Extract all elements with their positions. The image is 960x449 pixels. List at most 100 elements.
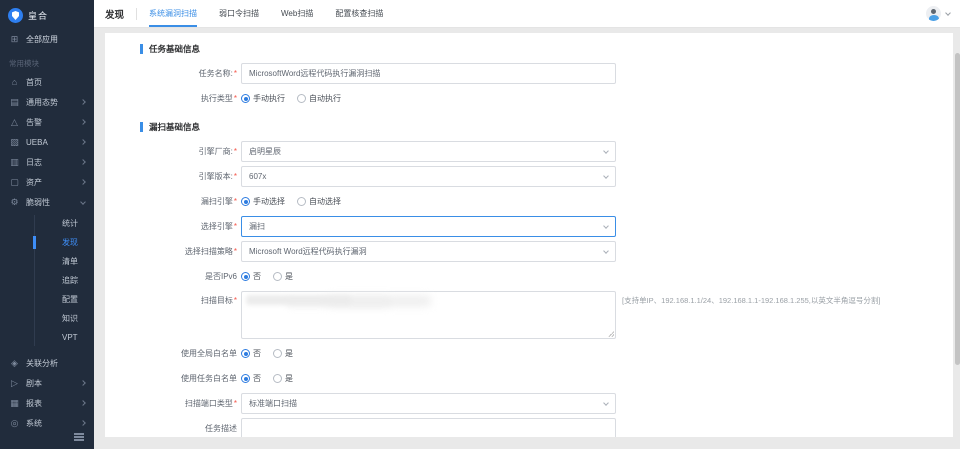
- engine-version-label: 引擎版本:*: [140, 171, 237, 182]
- sidebar-item-ueba[interactable]: ▧ UEBA: [0, 132, 94, 152]
- app-window: 皇合 ⊞ 全部应用 常用模块 ⌂ 首页 ▤ 通用态势 △ 告警 ▧ UEBA ▥…: [0, 0, 960, 449]
- tab-config-check-scan[interactable]: 配置核查扫描: [335, 0, 383, 27]
- required-asterisk: *: [234, 197, 237, 206]
- sidebar-item-system[interactable]: ◎ 系统: [0, 413, 94, 433]
- tab-weak-password-scan[interactable]: 弱口令扫描: [219, 0, 259, 27]
- engine-version-select[interactable]: 607x: [241, 166, 616, 187]
- exec-type-radio-group: 手动执行 自动执行: [241, 93, 341, 104]
- chevron-down-icon: [603, 223, 609, 229]
- sidebar-subitem-config[interactable]: 配置: [0, 290, 94, 309]
- engine-vendor-select[interactable]: 启明星辰: [241, 141, 616, 162]
- sidebar-item-asset[interactable]: ▢ 资产: [0, 172, 94, 192]
- chevron-down-icon: [603, 173, 609, 179]
- correlation-icon: ◈: [9, 358, 20, 369]
- chevron-right-icon: [80, 380, 86, 386]
- playbook-icon: ▷: [9, 378, 20, 389]
- section-scan-basic-info: 漏扫基础信息: [140, 121, 953, 133]
- sidebar-section-label: 常用模块: [0, 58, 94, 69]
- radio-manual-exec[interactable]: 手动执行: [241, 93, 285, 104]
- vertical-scrollbar[interactable]: [955, 53, 960, 365]
- sidebar-subitem-stats[interactable]: 统计: [0, 214, 94, 233]
- scan-engine-mode-radio-group: 手动选择 自动选择: [241, 196, 341, 207]
- sidebar-subitem-knowledge[interactable]: 知识: [0, 309, 94, 328]
- sidebar-item-log[interactable]: ▥ 日志: [0, 152, 94, 172]
- user-avatar[interactable]: [926, 6, 941, 21]
- report-icon: ▦: [9, 398, 20, 409]
- tab-web-scan[interactable]: Web扫描: [281, 0, 313, 27]
- radio-global-whitelist-no[interactable]: 否: [241, 348, 261, 359]
- resize-grip-icon[interactable]: [608, 331, 614, 337]
- radio-ipv6-no[interactable]: 否: [241, 271, 261, 282]
- chevron-right-icon: [80, 159, 86, 165]
- form-row-port-type: 扫描端口类型* 标准端口扫描: [140, 393, 953, 414]
- port-type-select[interactable]: 标准端口扫描: [241, 393, 616, 414]
- gear-icon: ⚙: [9, 197, 20, 208]
- chevron-right-icon: [80, 119, 86, 125]
- sidebar-subitem-discovery[interactable]: 发现: [0, 233, 94, 252]
- required-asterisk: *: [234, 399, 237, 408]
- grid-apps-icon: ⊞: [9, 34, 20, 45]
- task-form-card: 任务基础信息 任务名称:* MicrosoftWord远程代码执行漏洞扫描 执行…: [105, 33, 953, 437]
- required-asterisk: *: [234, 94, 237, 103]
- header-divider: [136, 8, 137, 20]
- chevron-right-icon: [80, 99, 86, 105]
- sidebar-subitem-inventory[interactable]: 清单: [0, 252, 94, 271]
- sidebar-item-report[interactable]: ▦ 报表: [0, 393, 94, 413]
- brand-logo[interactable]: 皇合: [0, 0, 94, 24]
- radio-manual-select[interactable]: 手动选择: [241, 196, 285, 207]
- scan-policy-select[interactable]: Microsoft Word远程代码执行漏洞: [241, 241, 616, 262]
- radio-task-whitelist-no[interactable]: 否: [241, 373, 261, 384]
- scan-target-textarea[interactable]: [241, 291, 616, 339]
- form-row-scan-target: 扫描目标* [支持单IP、192.168.1.1/24、192.168.1.1-…: [140, 291, 953, 339]
- page-content: 任务基础信息 任务名称:* MicrosoftWord远程代码执行漏洞扫描 执行…: [94, 28, 960, 449]
- sidebar-item-correlation[interactable]: ◈ 关联分析: [0, 353, 94, 373]
- task-desc-input[interactable]: [241, 418, 616, 437]
- ipv6-radio-group: 否 是: [241, 271, 293, 282]
- port-type-label: 扫描端口类型*: [140, 398, 237, 409]
- scan-engine-mode-label: 漏扫引擎*: [140, 196, 237, 207]
- sidebar-subitem-trace[interactable]: 追踪: [0, 271, 94, 290]
- task-name-input[interactable]: MicrosoftWord远程代码执行漏洞扫描: [241, 63, 616, 84]
- engine-select[interactable]: 漏扫: [241, 216, 616, 237]
- form-row-task-desc: 任务描述: [140, 418, 953, 437]
- collapse-sidebar-icon[interactable]: [74, 433, 84, 441]
- form-row-scan-engine-mode: 漏扫引擎* 手动选择 自动选择: [140, 191, 953, 212]
- global-whitelist-radio-group: 否 是: [241, 348, 293, 359]
- chevron-right-icon: [80, 420, 86, 426]
- section-accent-bar: [140, 122, 143, 132]
- task-desc-label: 任务描述: [140, 423, 237, 434]
- task-whitelist-label: 使用任务白名单: [140, 373, 237, 384]
- tab-system-vuln-scan[interactable]: 系统漏洞扫描: [149, 0, 197, 27]
- sidebar-subitem-vpt[interactable]: VPT: [0, 328, 94, 347]
- top-header: 发现 系统漏洞扫描 弱口令扫描 Web扫描 配置核查扫描: [94, 0, 960, 28]
- system-icon: ◎: [9, 418, 20, 429]
- form-row-task-whitelist: 使用任务白名单 否 是: [140, 368, 953, 389]
- sidebar-item-situation[interactable]: ▤ 通用态势: [0, 92, 94, 112]
- sidebar-item-vulnerability[interactable]: ⚙ 脆弱性: [0, 192, 94, 212]
- radio-auto-exec[interactable]: 自动执行: [297, 93, 341, 104]
- required-asterisk: *: [234, 172, 237, 181]
- form-row-ipv6: 是否IPv6 否 是: [140, 266, 953, 287]
- chevron-down-icon[interactable]: [945, 10, 951, 16]
- radio-ipv6-yes[interactable]: 是: [273, 271, 293, 282]
- section-task-basic-info: 任务基础信息: [140, 43, 953, 55]
- engine-vendor-label: 引擎厂商:*: [140, 146, 237, 157]
- sidebar-item-alert[interactable]: △ 告警: [0, 112, 94, 132]
- page-title: 发现: [105, 7, 124, 21]
- form-row-engine-select: 选择引擎* 漏扫: [140, 216, 953, 237]
- global-whitelist-label: 使用全局白名单: [140, 348, 237, 359]
- engine-select-label: 选择引擎*: [140, 221, 237, 232]
- radio-global-whitelist-yes[interactable]: 是: [273, 348, 293, 359]
- sidebar-item-home[interactable]: ⌂ 首页: [0, 72, 94, 92]
- form-row-engine-version: 引擎版本:* 607x: [140, 166, 953, 187]
- chevron-right-icon: [80, 400, 86, 406]
- radio-task-whitelist-yes[interactable]: 是: [273, 373, 293, 384]
- radio-auto-select[interactable]: 自动选择: [297, 196, 341, 207]
- policy-select-label: 选择扫描策略*: [140, 246, 237, 257]
- sidebar-item-playbook[interactable]: ▷ 剧本: [0, 373, 94, 393]
- chevron-right-icon: [80, 139, 86, 145]
- situation-icon: ▤: [9, 97, 20, 108]
- sidebar-item-all-apps[interactable]: ⊞ 全部应用: [0, 28, 94, 50]
- log-file-icon: ▥: [9, 157, 20, 168]
- required-asterisk: *: [234, 69, 237, 78]
